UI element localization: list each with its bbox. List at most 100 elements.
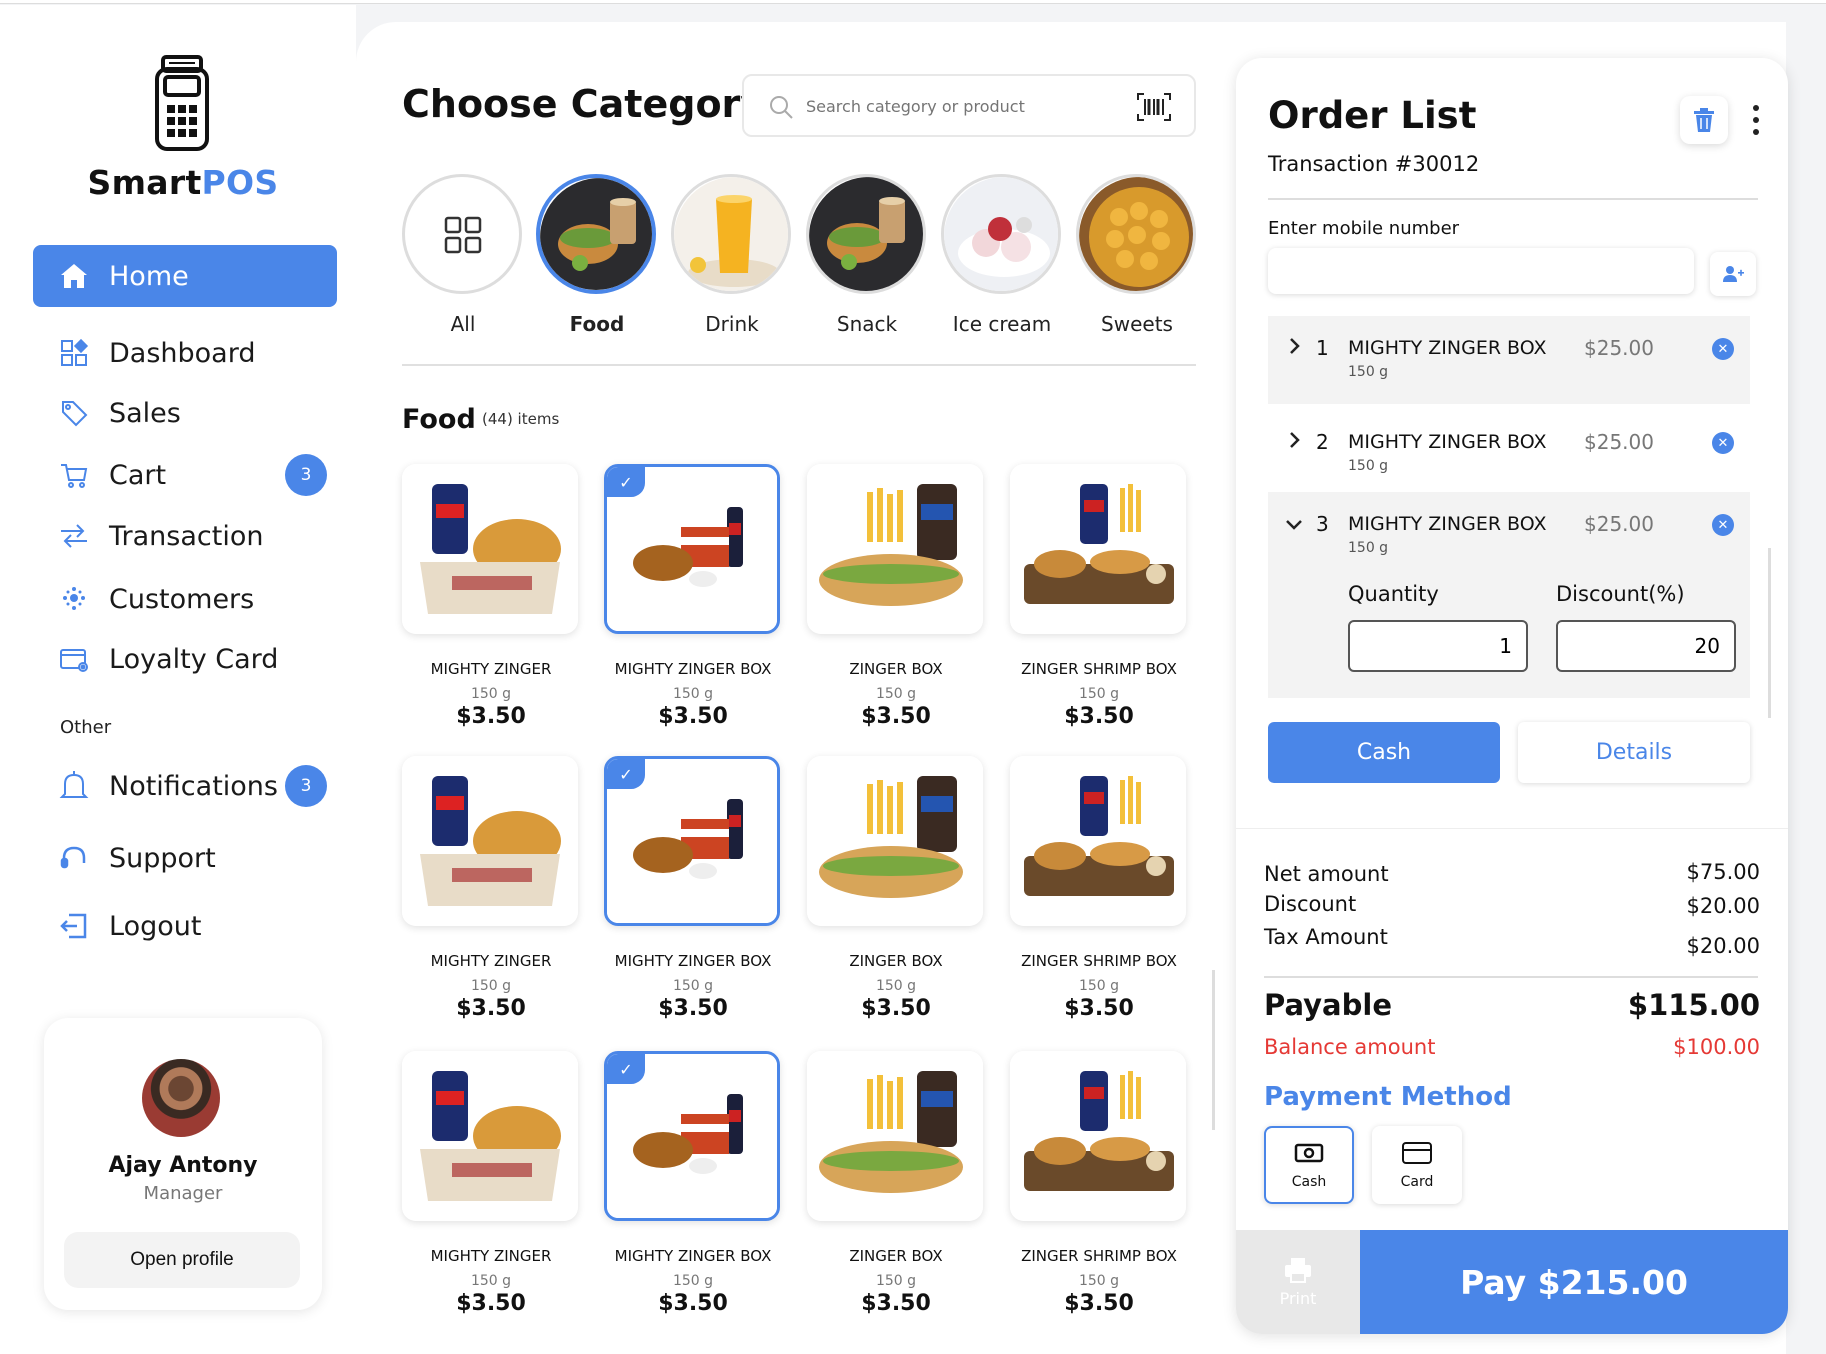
product-card[interactable]: ZINGER BOX 150 g $3.50 (807, 464, 985, 729)
dashboard-icon (57, 336, 91, 370)
balance-amount-value: $100.00 (1673, 1035, 1760, 1059)
section-title: Food (402, 404, 476, 435)
payment-card-button[interactable]: Card (1372, 1126, 1462, 1204)
product-price: $3.50 (658, 996, 728, 1021)
chevron-down-icon[interactable] (1284, 514, 1304, 534)
quantity-input[interactable] (1348, 620, 1528, 672)
category-food-label: Food (569, 312, 625, 336)
print-button[interactable]: Print (1236, 1230, 1360, 1334)
window-top-edge (0, 0, 1826, 4)
add-customer-button[interactable] (1710, 252, 1756, 296)
clear-order-button[interactable] (1680, 96, 1728, 144)
product-name: MIGHTY ZINGER BOX (614, 952, 772, 970)
product-card[interactable]: ✓ MIGHTY ZINGER BOX 150 g $3.50 (604, 1051, 782, 1316)
discount-input[interactable] (1556, 620, 1736, 672)
more-options-icon[interactable] (1746, 100, 1766, 140)
nav-transaction[interactable]: Transaction (33, 505, 337, 567)
product-scrollbar[interactable] (1212, 970, 1215, 1130)
nav-home[interactable]: Home (33, 245, 337, 307)
payment-cash-button[interactable]: Cash (1264, 1126, 1354, 1204)
nav-sales[interactable]: Sales (33, 382, 337, 444)
remove-item-button[interactable]: ✕ (1712, 432, 1734, 454)
product-name: ZINGER SHRIMP BOX (1021, 1247, 1177, 1265)
order-item-expanded[interactable]: 3 MIGHTY ZINGER BOX 150 g $25.00 ✕ Quant… (1268, 492, 1750, 698)
product-card[interactable]: MIGHTY ZINGER 150 g $3.50 (402, 1051, 580, 1316)
print-label: Print (1279, 1288, 1317, 1308)
product-price: $3.50 (658, 704, 728, 729)
category-sweets-label: Sweets (1101, 312, 1173, 336)
order-item[interactable]: 1 MIGHTY ZINGER BOX 150 g $25.00 ✕ (1268, 316, 1750, 404)
open-profile-button[interactable]: Open profile (64, 1232, 300, 1288)
category-all[interactable]: All (402, 174, 524, 336)
nav-cart[interactable]: Cart 3 (33, 444, 337, 506)
payable-value: $115.00 (1627, 988, 1760, 1022)
remove-item-button[interactable]: ✕ (1712, 338, 1734, 360)
product-image (1010, 756, 1186, 926)
category-snack[interactable]: Snack (806, 174, 928, 336)
product-card[interactable]: ZINGER BOX 150 g $3.50 (807, 756, 985, 1021)
cash-tab-button[interactable]: Cash (1268, 722, 1500, 783)
product-price: $3.50 (861, 1291, 931, 1316)
nav-support[interactable]: Support (33, 827, 337, 889)
nav-dashboard-label: Dashboard (109, 337, 256, 369)
order-title: Order List (1268, 94, 1477, 137)
product-card[interactable]: MIGHTY ZINGER 150 g $3.50 (402, 464, 580, 729)
order-item[interactable]: 2 MIGHTY ZINGER BOX 150 g $25.00 ✕ (1268, 410, 1750, 490)
product-image: ✓ (604, 756, 780, 926)
product-weight: 150 g (470, 686, 512, 702)
details-tab-button[interactable]: Details (1518, 722, 1750, 783)
category-sweets[interactable]: Sweets (1076, 174, 1198, 336)
category-snack-label: Snack (836, 312, 898, 336)
category-ice-cream[interactable]: Ice cream (941, 174, 1063, 336)
customers-icon (57, 582, 91, 616)
payable-label: Payable (1264, 988, 1392, 1022)
product-card[interactable]: ZINGER BOX 150 g $3.50 (807, 1051, 985, 1316)
tax-amount-value: $20.00 (1686, 934, 1760, 958)
product-name: ZINGER BOX (849, 660, 943, 678)
nav-notifications[interactable]: Notifications 3 (33, 755, 337, 817)
bell-icon (57, 769, 91, 803)
product-card[interactable]: ✓ MIGHTY ZINGER BOX 150 g $3.50 (604, 756, 782, 1021)
cart-count-badge: 3 (285, 454, 327, 496)
pay-button[interactable]: Pay $215.00 (1360, 1230, 1788, 1334)
nav-dashboard[interactable]: Dashboard (33, 322, 337, 384)
order-item-price: $25.00 (1584, 512, 1654, 536)
category-divider (402, 364, 1196, 366)
other-section-label: Other (60, 717, 112, 738)
product-image: ✓ (604, 1051, 780, 1221)
notifications-count-badge: 3 (285, 765, 327, 807)
chevron-right-icon[interactable] (1284, 336, 1304, 356)
home-icon (57, 259, 91, 293)
product-price: $3.50 (456, 996, 526, 1021)
product-card[interactable]: ✓ MIGHTY ZINGER BOX 150 g $3.50 (604, 464, 782, 729)
product-price: $3.50 (861, 996, 931, 1021)
mobile-number-input[interactable] (1268, 248, 1694, 294)
profile-card: Ajay Antony Manager Open profile (44, 1018, 322, 1310)
product-image (1010, 1051, 1186, 1221)
chevron-right-icon[interactable] (1284, 430, 1304, 450)
category-drink[interactable]: Drink (671, 174, 793, 336)
nav-customers[interactable]: Customers (33, 568, 337, 630)
order-scrollbar[interactable] (1768, 548, 1771, 718)
barcode-scan-icon[interactable] (1136, 92, 1172, 122)
product-card[interactable]: ZINGER SHRIMP BOX 150 g $3.50 (1010, 1051, 1188, 1316)
nav-logout[interactable]: Logout (33, 895, 337, 957)
product-name: ZINGER BOX (849, 952, 943, 970)
search-input[interactable] (806, 90, 1126, 122)
remove-item-button[interactable]: ✕ (1712, 514, 1734, 536)
category-all-circle (402, 174, 522, 294)
product-card[interactable]: MIGHTY ZINGER 150 g $3.50 (402, 756, 580, 1021)
summary-divider (1236, 828, 1788, 829)
discount-label: Discount(%) (1556, 582, 1685, 606)
category-food[interactable]: Food (536, 174, 658, 336)
product-card[interactable]: ZINGER SHRIMP BOX 150 g $3.50 (1010, 464, 1188, 729)
net-amount-label: Net amount (1264, 862, 1389, 886)
product-weight: 150 g (672, 1273, 714, 1289)
product-card[interactable]: ZINGER SHRIMP BOX 150 g $3.50 (1010, 756, 1188, 1021)
nav-loyalty-card[interactable]: Loyalty Card (33, 628, 337, 690)
profile-name: Ajay Antony (108, 1153, 258, 1178)
nav-home-label: Home (109, 260, 189, 292)
order-item-number: 3 (1316, 512, 1329, 536)
order-item-name: MIGHTY ZINGER BOX (1348, 431, 1547, 453)
search-icon (770, 96, 793, 119)
